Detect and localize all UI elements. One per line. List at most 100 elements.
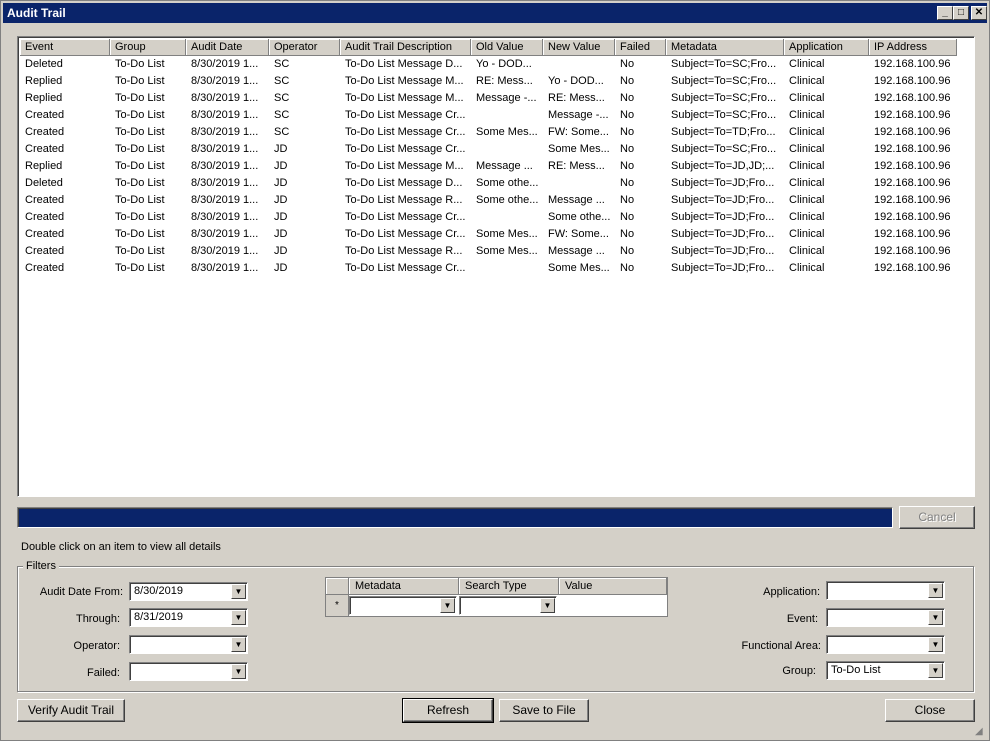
row-header-corner: [326, 578, 349, 595]
close-icon[interactable]: ✕: [971, 6, 987, 20]
chevron-down-icon[interactable]: ▼: [231, 584, 246, 599]
cell-event: Created: [25, 245, 65, 257]
table-row[interactable]: Created To-Do List 8/30/2019 1... JD To-Do L…: [20, 226, 972, 243]
metadata-select[interactable]: ▼: [349, 596, 457, 615]
table-row[interactable]: Replied To-Do List 8/30/2019 1... JD To-Do L…: [20, 158, 972, 175]
column-header-old-value[interactable]: Old Value: [471, 39, 543, 56]
cell-audit-date: 8/30/2019 1...: [191, 126, 259, 138]
table-row[interactable]: Deleted To-Do List 8/30/2019 1... JD To-Do L…: [20, 175, 972, 192]
cell-event: Replied: [25, 92, 63, 104]
cell-new-value: FW: Some...: [548, 126, 609, 138]
progress-bar: [17, 507, 893, 528]
chevron-down-icon[interactable]: ▼: [928, 610, 943, 625]
cell-ip-address: 192.168.100.96: [874, 177, 951, 189]
cell-audit-date: 8/30/2019 1...: [191, 211, 259, 223]
verify-audit-trail-button[interactable]: Verify Audit Trail: [17, 699, 125, 722]
chevron-down-icon[interactable]: ▼: [440, 598, 455, 613]
resize-grip-icon[interactable]: ◢: [975, 726, 987, 738]
column-header-new-value[interactable]: New Value: [543, 39, 615, 56]
chevron-down-icon[interactable]: ▼: [540, 598, 555, 613]
table-row[interactable]: Created To-Do List 8/30/2019 1... JD To-Do L…: [20, 192, 972, 209]
column-header-event[interactable]: Event: [20, 39, 110, 56]
cell-group: To-Do List: [115, 92, 165, 104]
window-title: Audit Trail: [7, 6, 66, 20]
cell-event: Created: [25, 194, 65, 206]
cell-metadata: Subject=To=TD;Fro...: [671, 126, 776, 138]
cell-ip-address: 192.168.100.96: [874, 228, 951, 240]
cell-failed: No: [620, 143, 635, 155]
value-column-header: Value: [559, 578, 667, 595]
cell-group: To-Do List: [115, 262, 165, 274]
column-header-operator[interactable]: Operator: [269, 39, 340, 56]
close-button[interactable]: Close: [885, 699, 975, 722]
cell-audit-date: 8/30/2019 1...: [191, 92, 259, 104]
search-type-select[interactable]: ▼: [459, 596, 557, 615]
audit-grid[interactable]: Event Group Audit Date Operator Audit Trail …: [17, 36, 975, 497]
column-header-audit-date[interactable]: Audit Date: [186, 39, 269, 56]
cell-application: Clinical: [789, 58, 825, 70]
table-row[interactable]: Created To-Do List 8/30/2019 1... JD To-Do L…: [20, 260, 972, 277]
cell-old-value: Message ...: [476, 160, 533, 172]
cell-new-value: Some othe...: [548, 211, 611, 223]
table-row[interactable]: Created To-Do List 8/30/2019 1... JD To-Do L…: [20, 209, 972, 226]
table-row[interactable]: Created To-Do List 8/30/2019 1... SC To-Do L…: [20, 124, 972, 141]
metadata-filter-grid[interactable]: Metadata Search Type Value * ▼ ▼: [325, 577, 668, 617]
cell-ip-address: 192.168.100.96: [874, 262, 951, 274]
cell-new-value: Message -...: [548, 109, 609, 121]
cell-new-value: [543, 175, 615, 192]
cell-application: Clinical: [789, 262, 825, 274]
cell-failed: No: [620, 211, 635, 223]
through-picker[interactable]: 8/31/2019 ▼: [129, 608, 248, 627]
refresh-button[interactable]: Refresh: [402, 698, 494, 723]
cell-metadata: Subject=To=SC;Fro...: [671, 58, 777, 70]
cell-audit-date: 8/30/2019 1...: [191, 177, 259, 189]
save-to-file-button[interactable]: Save to File: [499, 699, 589, 722]
cell-old-value: Some Mes...: [476, 126, 538, 138]
column-header-ip-address[interactable]: IP Address: [869, 39, 957, 56]
cell-description: To-Do List Message M...: [345, 75, 464, 87]
application-label: Application:: [763, 586, 820, 598]
application-select[interactable]: ▼: [826, 581, 945, 600]
value-input[interactable]: [559, 596, 667, 615]
cell-operator: JD: [274, 245, 288, 257]
cell-metadata: Subject=To=SC;Fro...: [671, 143, 777, 155]
event-select[interactable]: ▼: [826, 608, 945, 627]
functional-area-select[interactable]: ▼: [826, 635, 945, 654]
column-header-failed[interactable]: Failed: [615, 39, 666, 56]
chevron-down-icon[interactable]: ▼: [231, 637, 246, 652]
minimize-icon[interactable]: _: [937, 6, 953, 20]
table-row[interactable]: Replied To-Do List 8/30/2019 1... SC To-Do L…: [20, 73, 972, 90]
cell-description: To-Do List Message D...: [345, 177, 463, 189]
column-header-group[interactable]: Group: [110, 39, 186, 56]
chevron-down-icon[interactable]: ▼: [928, 583, 943, 598]
table-row[interactable]: Deleted To-Do List 8/30/2019 1... SC To-Do L…: [20, 56, 972, 73]
group-select[interactable]: To-Do List ▼: [826, 661, 945, 680]
cell-ip-address: 192.168.100.96: [874, 75, 951, 87]
chevron-down-icon[interactable]: ▼: [928, 663, 943, 678]
cell-description: To-Do List Message Cr...: [345, 211, 466, 223]
cell-event: Replied: [25, 75, 63, 87]
chevron-down-icon[interactable]: ▼: [231, 664, 246, 679]
column-header-application[interactable]: Application: [784, 39, 869, 56]
table-row[interactable]: Created To-Do List 8/30/2019 1... SC To-Do L…: [20, 107, 972, 124]
new-row-marker: *: [326, 595, 349, 616]
operator-select[interactable]: ▼: [129, 635, 248, 654]
audit-date-from-picker[interactable]: 8/30/2019 ▼: [129, 582, 248, 601]
cell-ip-address: 192.168.100.96: [874, 92, 951, 104]
table-row[interactable]: Replied To-Do List 8/30/2019 1... SC To-Do L…: [20, 90, 972, 107]
column-header-metadata[interactable]: Metadata: [666, 39, 784, 56]
cell-description: To-Do List Message Cr...: [345, 143, 466, 155]
chevron-down-icon[interactable]: ▼: [928, 637, 943, 652]
table-row[interactable]: Created To-Do List 8/30/2019 1... JD To-Do L…: [20, 243, 972, 260]
cell-application: Clinical: [789, 177, 825, 189]
chevron-down-icon[interactable]: ▼: [231, 610, 246, 625]
cell-application: Clinical: [789, 126, 825, 138]
table-row[interactable]: Created To-Do List 8/30/2019 1... JD To-Do L…: [20, 141, 972, 158]
cell-group: To-Do List: [115, 75, 165, 87]
cell-old-value: [471, 141, 543, 158]
cell-ip-address: 192.168.100.96: [874, 194, 951, 206]
cancel-button[interactable]: Cancel: [899, 506, 975, 529]
column-header-description[interactable]: Audit Trail Description: [340, 39, 471, 56]
maximize-icon[interactable]: □: [953, 6, 969, 20]
failed-select[interactable]: ▼: [129, 662, 248, 681]
